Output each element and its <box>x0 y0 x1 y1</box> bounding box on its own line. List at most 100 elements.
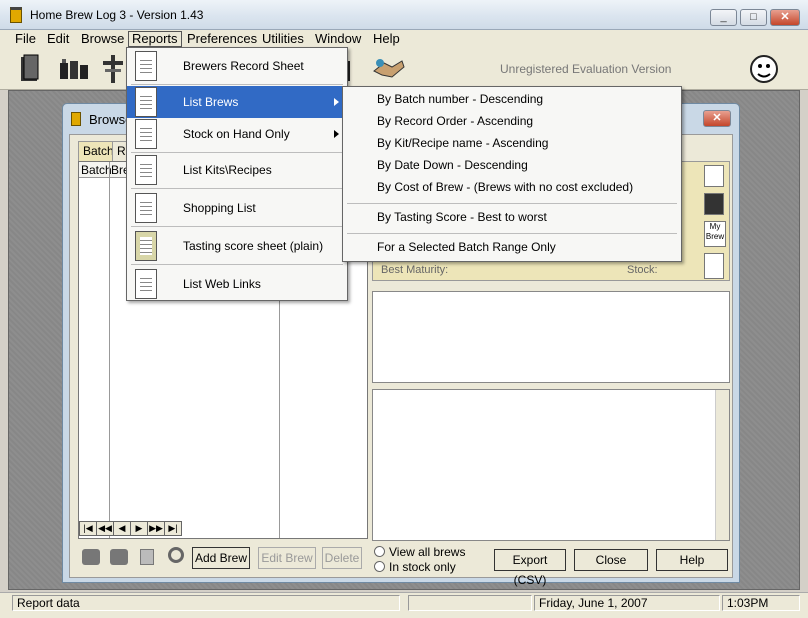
browse-window-icon <box>71 112 81 126</box>
list-brews-submenu: By Batch number - Descending By Record O… <box>342 86 682 262</box>
nav-prev-button[interactable]: ◀ <box>113 521 131 536</box>
radio-view-all[interactable]: View all brews <box>374 545 465 559</box>
search-icon[interactable] <box>168 547 184 563</box>
copy-icon[interactable] <box>140 549 154 565</box>
menu-file[interactable]: File <box>12 31 39 47</box>
submenu-by-kit-recipe-name[interactable]: By Kit/Recipe name - Ascending <box>343 133 681 155</box>
maximize-button[interactable]: □ <box>740 9 767 26</box>
record-navigator: |◀ ◀◀ ◀ ▶ ▶▶ ▶| <box>79 520 182 536</box>
menu-item-label: List Web Links <box>183 277 261 291</box>
status-date: Friday, June 1, 2007 <box>534 595 720 611</box>
status-time: 1:03PM <box>722 595 800 611</box>
list-icon <box>135 193 157 223</box>
submenu-by-record-order[interactable]: By Record Order - Ascending <box>343 111 681 133</box>
menu-item-label: List Kits\Recipes <box>183 163 272 177</box>
menu-help[interactable]: Help <box>370 31 403 47</box>
print-preview-icon[interactable] <box>110 549 128 565</box>
edit-brew-button[interactable]: Edit Brew <box>258 547 316 569</box>
export-csv-button[interactable]: Export (CSV) <box>494 549 566 587</box>
status-bar: Report data Friday, June 1, 2007 1:03PM <box>0 592 808 618</box>
menu-edit[interactable]: Edit <box>44 31 72 47</box>
menu-window[interactable]: Window <box>312 31 364 47</box>
nav-last-button[interactable]: ▶| <box>164 521 182 536</box>
list-icon <box>135 155 157 185</box>
bottles-icon[interactable] <box>58 53 88 83</box>
status-message: Report data <box>12 595 400 611</box>
side-icons: My Brew <box>704 165 726 279</box>
radio-dot <box>374 546 385 557</box>
notes-box[interactable] <box>372 291 730 383</box>
browse-close-button[interactable]: ✕ <box>703 110 731 127</box>
handshake-icon[interactable] <box>372 53 405 83</box>
submenu-arrow-icon <box>334 98 339 106</box>
menu-separator <box>131 84 343 85</box>
menu-separator <box>131 264 343 265</box>
book-icon[interactable] <box>18 53 44 83</box>
tools-icon[interactable] <box>100 53 126 83</box>
column-divider <box>109 162 110 538</box>
stock-label: Stock: <box>627 264 658 276</box>
app-icon <box>10 7 22 23</box>
menu-item-label: Shopping List <box>183 201 256 215</box>
notes-icon[interactable] <box>704 253 724 279</box>
list-icon <box>135 269 157 299</box>
mascot-icon[interactable] <box>748 53 780 83</box>
nav-next-page-button[interactable]: ▶▶ <box>147 521 165 536</box>
title-bar[interactable]: Home Brew Log 3 - Version 1.43 _ □ ✕ <box>0 0 808 30</box>
menu-tasting-score-sheet[interactable]: Tasting score sheet (plain) <box>127 230 347 262</box>
submenu-selected-batch-range[interactable]: For a Selected Batch Range Only <box>343 237 681 259</box>
submenu-by-tasting-score[interactable]: By Tasting Score - Best to worst <box>343 207 681 229</box>
radio-in-stock-label: In stock only <box>389 560 456 574</box>
menu-separator <box>131 152 343 153</box>
close-button[interactable]: ✕ <box>770 9 800 26</box>
close-button[interactable]: Close <box>574 549 648 571</box>
menu-separator <box>347 203 677 204</box>
unregistered-notice: Unregistered Evaluation Version <box>500 62 672 76</box>
menu-stock-on-hand[interactable]: Stock on Hand Only <box>127 118 347 150</box>
comments-box[interactable] <box>372 389 730 541</box>
radio-view-all-label: View all brews <box>389 545 466 559</box>
nav-first-button[interactable]: |◀ <box>79 521 97 536</box>
menu-list-web-links[interactable]: List Web Links <box>127 268 347 300</box>
menu-list-brews[interactable]: List Brews <box>127 86 347 118</box>
help-button[interactable]: Help <box>656 549 728 571</box>
list-icon <box>135 87 157 117</box>
menu-separator <box>347 233 677 234</box>
mug-icon[interactable] <box>704 165 724 187</box>
sheet-icon <box>135 51 157 81</box>
tasting-icon <box>135 231 157 261</box>
add-brew-button[interactable]: Add Brew <box>192 547 250 569</box>
menu-shopping-list[interactable]: Shopping List <box>127 192 347 224</box>
submenu-by-cost-of-brew[interactable]: By Cost of Brew - (Brews with no cost ex… <box>343 177 681 199</box>
radio-dot <box>374 561 385 572</box>
reports-menu: Brewers Record Sheet List Brews Stock on… <box>126 47 348 301</box>
best-maturity-label: Best Maturity: <box>381 264 449 276</box>
delete-button[interactable]: Delete <box>322 547 362 569</box>
radio-in-stock[interactable]: In stock only <box>374 560 456 574</box>
menu-list-kits-recipes[interactable]: List Kits\Recipes <box>127 154 347 186</box>
menu-utilities[interactable]: Utilities <box>259 31 307 47</box>
menu-bar: File Edit Browse Reports Preferences Uti… <box>0 30 808 48</box>
column-batch[interactable]: Batch <box>81 163 112 177</box>
scrollbar[interactable] <box>715 390 729 540</box>
printer-icon[interactable] <box>82 549 100 565</box>
window-title: Home Brew Log 3 - Version 1.43 <box>30 8 204 22</box>
nav-prev-page-button[interactable]: ◀◀ <box>96 521 114 536</box>
menu-item-label: List Brews <box>183 95 239 109</box>
bottles-icon[interactable] <box>704 193 724 215</box>
menu-preferences[interactable]: Preferences <box>184 31 260 47</box>
status-empty <box>408 595 532 611</box>
my-brew-icon[interactable]: My Brew <box>704 221 726 247</box>
menu-item-label: Tasting score sheet (plain) <box>183 239 324 253</box>
menu-separator <box>131 188 343 189</box>
submenu-by-batch-number[interactable]: By Batch number - Descending <box>343 89 681 111</box>
nav-next-button[interactable]: ▶ <box>130 521 148 536</box>
list-icon <box>135 119 157 149</box>
menu-reports[interactable]: Reports <box>128 31 182 47</box>
submenu-arrow-icon <box>334 130 339 138</box>
menu-brewers-record-sheet[interactable]: Brewers Record Sheet <box>127 50 347 82</box>
minimize-button[interactable]: _ <box>710 9 737 26</box>
menu-browse[interactable]: Browse <box>78 31 127 47</box>
submenu-by-date-down[interactable]: By Date Down - Descending <box>343 155 681 177</box>
menu-item-label: Stock on Hand Only <box>183 127 290 141</box>
